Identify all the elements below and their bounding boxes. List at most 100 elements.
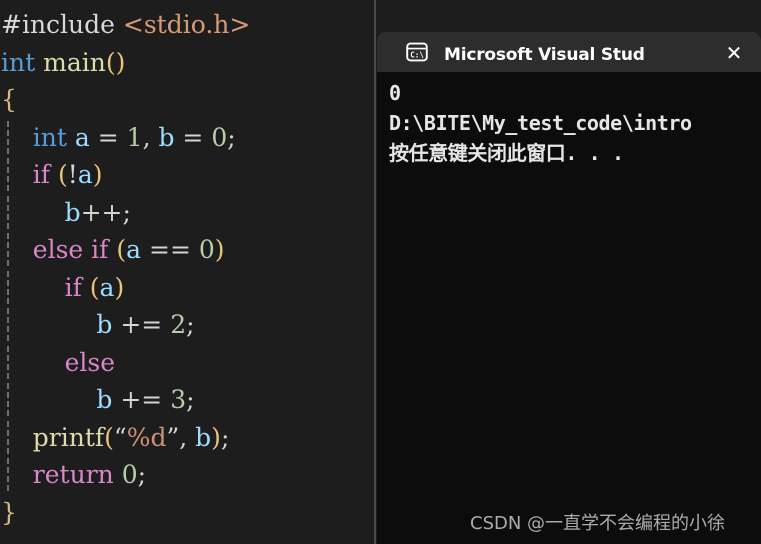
code-token: ++; <box>80 197 131 227</box>
code-token: else if <box>32 235 109 264</box>
debug-console-window[interactable]: C:\ Microsoft Visual Studio 调试挂 ✕ 0 D:\BI… <box>377 32 761 544</box>
console-line: 0 <box>389 81 401 105</box>
code-line: printf(“%d”, b); <box>0 419 375 457</box>
code-token: ; <box>220 422 230 452</box>
code-line: if (!a) <box>0 156 375 194</box>
editor-console-divider <box>374 0 376 544</box>
code-line: #include <stdio.h> <box>0 6 375 44</box>
code-line-text: else if (a == 0) <box>0 235 225 264</box>
svg-text:C:\: C:\ <box>410 50 424 59</box>
code-token: “ <box>113 422 127 452</box>
code-token: { <box>1 85 17 114</box>
console-output-area[interactable]: 0 D:\BITE\My_test_code\intro 按任意键关闭此窗口. . … <box>377 72 761 544</box>
code-line: int main() <box>0 44 375 82</box>
code-line-text: b += 2; <box>0 310 195 339</box>
code-token: , <box>142 122 159 152</box>
code-token: <stdio.h> <box>122 10 251 39</box>
code-line-text: printf(“%d”, b); <box>0 422 230 452</box>
code-token: ! <box>67 160 78 189</box>
console-line: D:\BITE\My_test_code\intro <box>389 111 692 135</box>
code-token: += <box>112 310 171 339</box>
code-line: else if (a == 0) <box>0 231 375 269</box>
code-line: return 0; <box>0 456 375 494</box>
code-token: return <box>32 460 114 489</box>
code-token: ( <box>116 235 127 264</box>
code-line: else <box>0 344 375 382</box>
code-token: ) <box>214 235 225 264</box>
code-token: printf <box>32 422 105 452</box>
code-token: ( <box>58 160 68 189</box>
code-token: , <box>179 422 196 452</box>
code-line-text: b += 3; <box>0 385 195 414</box>
code-token: 1 <box>126 122 143 152</box>
code-token: 0 <box>198 235 215 264</box>
code-line: b += 3; <box>0 381 375 419</box>
code-token: 3 <box>170 385 187 414</box>
console-line: 按任意键关闭此窗口. . . <box>389 141 624 165</box>
code-token: b <box>96 385 113 414</box>
code-token: ; <box>137 460 147 489</box>
code-token: int <box>1 47 36 77</box>
screenshot-root: #include <stdio.h> int main(){ int a = 1,… <box>0 0 761 544</box>
console-app-icon: C:\ <box>406 42 428 62</box>
code-token: a <box>126 235 142 264</box>
code-token: ” <box>166 422 180 452</box>
code-token: a <box>74 122 90 152</box>
code-token: ) <box>114 272 125 302</box>
code-line-text: else <box>0 348 115 377</box>
code-token: %d <box>126 422 167 452</box>
code-line-text: { <box>0 85 17 114</box>
code-line-text: int a = 1, b = 0; <box>0 123 236 152</box>
code-line: int a = 1, b = 0; <box>0 119 375 157</box>
code-token: main <box>43 47 106 77</box>
code-token: 2 <box>170 310 187 339</box>
code-token: 0 <box>121 460 138 489</box>
code-token: = <box>89 122 127 152</box>
console-title-text: Microsoft Visual Studio 调试挂 <box>444 44 644 65</box>
code-token: b <box>195 422 212 452</box>
code-token: int <box>32 122 67 152</box>
code-editor-pane[interactable]: #include <stdio.h> int main(){ int a = 1,… <box>0 0 375 544</box>
code-token: #include <box>1 10 115 39</box>
console-titlebar[interactable]: C:\ Microsoft Visual Studio 调试挂 ✕ <box>377 32 761 72</box>
code-line-text: } <box>0 498 17 527</box>
code-token: ) <box>92 160 103 189</box>
close-icon[interactable]: ✕ <box>721 40 747 66</box>
code-token: += <box>112 385 171 414</box>
code-token: == <box>141 235 199 264</box>
code-line: b += 2; <box>0 306 375 344</box>
code-token: if <box>32 160 51 189</box>
code-token: ; <box>186 310 195 339</box>
code-token: () <box>105 47 126 77</box>
code-token: 0 <box>211 122 228 152</box>
code-token: if <box>64 272 82 302</box>
code-token: = <box>174 122 212 152</box>
code-line-text: int main() <box>0 48 125 77</box>
code-line: } <box>0 494 375 532</box>
code-token: b <box>158 122 175 152</box>
code-token: ; <box>186 385 195 414</box>
code-content[interactable]: #include <stdio.h> int main(){ int a = 1,… <box>0 6 375 531</box>
code-token: else <box>64 347 115 377</box>
code-line-text: b++; <box>0 198 131 227</box>
code-token: ( <box>104 422 114 452</box>
code-line: b++; <box>0 194 375 232</box>
code-token: } <box>1 497 17 527</box>
code-line-text: #include <stdio.h> <box>0 10 250 39</box>
code-token: a <box>99 272 115 302</box>
